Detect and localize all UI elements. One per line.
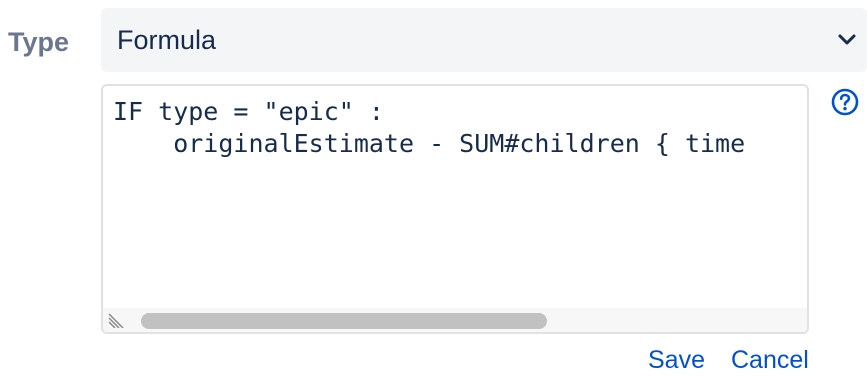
horizontal-scrollbar[interactable] [103, 308, 807, 332]
formula-code[interactable]: IF type = "epic" : originalEstimate - SU… [113, 96, 745, 160]
scrollbar-thumb[interactable] [141, 313, 547, 329]
code-line: IF type = "epic" : [113, 97, 384, 126]
form-actions: Save Cancel [0, 344, 810, 376]
resize-handle-icon[interactable] [107, 308, 127, 328]
formula-editor[interactable]: IF type = "epic" : originalEstimate - SU… [101, 84, 809, 334]
type-select-value: Formula [117, 25, 217, 55]
cancel-button[interactable]: Cancel [731, 344, 809, 376]
type-label: Type [8, 27, 70, 57]
save-button[interactable]: Save [648, 344, 705, 376]
chevron-down-icon[interactable] [837, 30, 857, 50]
type-select[interactable]: Formula [101, 8, 867, 72]
code-line: originalEstimate - SUM#children { time [113, 129, 746, 158]
help-circle-icon[interactable] [830, 87, 860, 117]
formula-field-editor: Type Formula IF type = "epic" : original… [0, 0, 867, 376]
